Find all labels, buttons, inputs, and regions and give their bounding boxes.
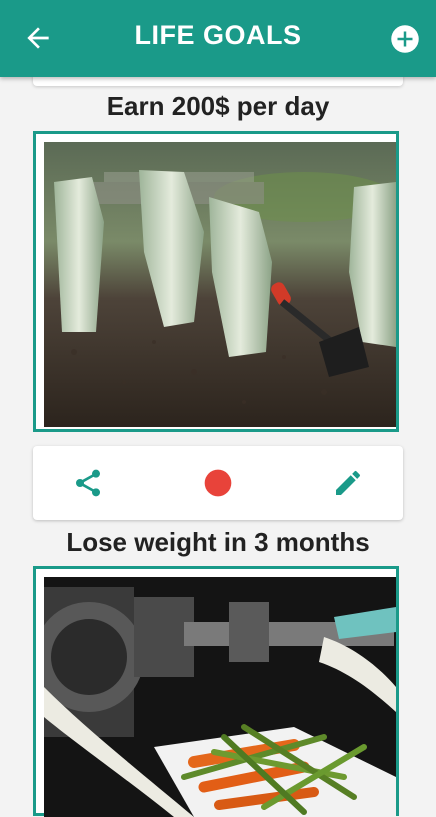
- goal-photo-frame[interactable]: [33, 566, 399, 817]
- goal-actions-card: [33, 446, 403, 520]
- app-bar: LIFE GOALS: [0, 0, 436, 77]
- app-title: LIFE GOALS: [134, 20, 302, 50]
- goal-photo-frame[interactable]: [33, 131, 399, 432]
- pencil-icon[interactable]: [332, 467, 364, 499]
- goal-title: Lose weight in 3 months: [66, 527, 370, 557]
- money-plants-photo: [44, 142, 396, 427]
- plus-circle-icon[interactable]: [390, 24, 420, 54]
- dumbbell-vegetables-photo: [44, 577, 396, 817]
- status-dot-icon[interactable]: [202, 467, 234, 499]
- share-icon[interactable]: [72, 467, 104, 499]
- goal-title: Earn 200$ per day: [106, 91, 330, 121]
